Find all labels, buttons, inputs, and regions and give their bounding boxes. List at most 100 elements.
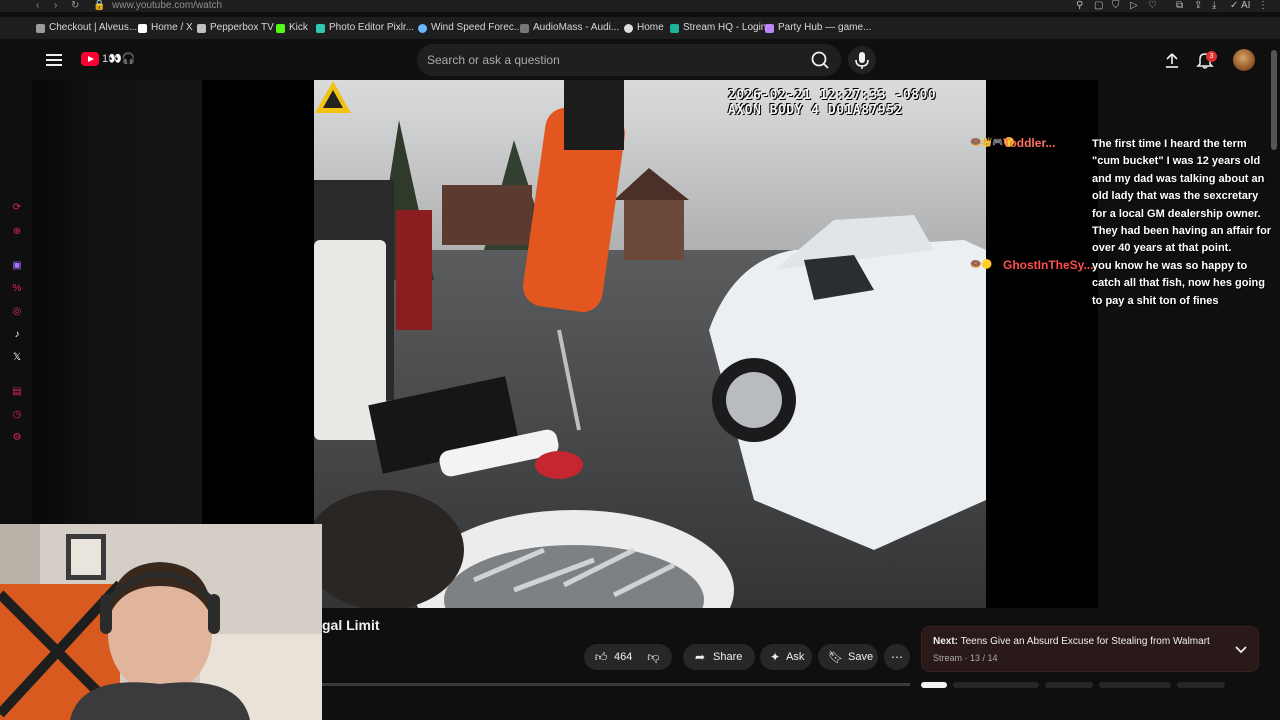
bookmark-label: Wind Speed Forec... — [431, 22, 523, 33]
bookmark-label: Kick — [289, 22, 308, 33]
audiomass-favicon-icon — [520, 23, 529, 33]
chip[interactable] — [953, 682, 1039, 688]
instagram-icon[interactable]: ◎ — [11, 306, 23, 318]
bookmark-icon: 🔖︎ — [828, 650, 844, 664]
extensions-icon[interactable]: ⧉ — [1176, 0, 1183, 11]
ask-label: Ask — [786, 651, 805, 663]
like-count: 464 — [614, 651, 633, 663]
playlist-position: Stream · 13 / 14 — [933, 653, 998, 663]
upload-icon[interactable] — [1164, 52, 1180, 68]
window-icon[interactable]: ▢ — [1094, 0, 1103, 11]
voice-search-button[interactable] — [848, 46, 876, 74]
bookmark-item[interactable]: Party Hub — game... — [765, 22, 871, 34]
truck-taillight — [396, 210, 432, 330]
chip[interactable] — [1045, 682, 1093, 688]
video-progress-bar[interactable] — [322, 683, 910, 686]
bookmark-item[interactable]: Home / X — [138, 22, 193, 34]
chat-username[interactable]: GhostInTheSy... — [1003, 258, 1093, 272]
chat-message: 🍩👑🎮🟡 Toddler... The first time I heard t… — [970, 136, 1271, 256]
bookmark-item[interactable]: Checkout | Alveus... — [36, 22, 137, 34]
translate-icon[interactable]: ✓ — [1230, 0, 1238, 11]
search-input[interactable] — [427, 52, 797, 68]
pin-icon[interactable]: ⚲ — [1076, 0, 1083, 11]
thumbs-up-icon: 👍︎ — [594, 650, 608, 664]
bookmark-item[interactable]: Pepperbox TV — [197, 22, 274, 34]
building — [624, 200, 684, 260]
account-avatar[interactable] — [1233, 49, 1255, 71]
youtube-logo-icon[interactable] — [81, 52, 99, 66]
screen: ‹ › ↻ 🔒 www.youtube.com/watch ⚲ ▢ ⛉ ▷ ♡ … — [0, 0, 1280, 720]
next-video-card[interactable]: Next: Teens Give an Absurd Excuse for St… — [921, 626, 1259, 672]
refresh-icon[interactable]: ⟳ — [11, 202, 23, 214]
share-arrow-icon: ➦ — [694, 650, 706, 664]
book-icon[interactable]: ▤ — [11, 386, 23, 398]
search-icon[interactable] — [806, 49, 834, 71]
notification-count-badge: 3 — [1206, 51, 1217, 62]
bookmark-label: Checkout | Alveus... — [49, 22, 138, 33]
ask-button[interactable]: ✦ Ask — [760, 644, 812, 670]
bookmark-label: Home / X — [151, 22, 193, 33]
video-player[interactable]: 2026-02-21 12:27:33 -0800 AXON BODY 4 D0… — [314, 80, 986, 608]
share-label: Share — [713, 651, 743, 663]
video-title: gal Limit — [322, 617, 380, 633]
bookmark-label: Party Hub — game... — [778, 22, 872, 33]
chat-username[interactable]: Toddler... — [1003, 136, 1055, 150]
share-button[interactable]: ➦ Share — [683, 644, 755, 670]
logo-doodle-icon[interactable]: 1👀🎧 — [102, 52, 136, 65]
x-favicon-icon — [138, 23, 147, 33]
streamhq-favicon-icon — [670, 23, 679, 33]
clock-icon[interactable]: ◷ — [11, 409, 23, 421]
heart-icon[interactable]: ♡ — [1148, 0, 1157, 11]
wind-favicon-icon — [418, 23, 427, 33]
forward-icon[interactable]: › — [54, 0, 57, 11]
page-scrollbar[interactable] — [1271, 50, 1277, 150]
share-icon[interactable]: ⇪ — [1194, 0, 1202, 11]
more-horizontal-icon: ⋯ — [891, 650, 903, 664]
more-actions-button[interactable]: ⋯ — [884, 644, 910, 670]
bookmark-label: Photo Editor Pixlr... — [329, 22, 415, 33]
bodycam-timestamp: 2026-02-21 12:27:33 -0800 — [728, 88, 937, 103]
video-scene — [314, 80, 986, 608]
twitch-icon[interactable]: ▣ — [11, 260, 23, 272]
chat-message-text: you know he was so happy to catch all th… — [1092, 260, 1265, 307]
bodycam-device-id: AXON BODY 4 D01A87952 — [728, 103, 903, 118]
kick-favicon-icon — [276, 23, 285, 33]
hamburger-menu-icon[interactable] — [46, 54, 62, 66]
url-text[interactable]: www.youtube.com/watch — [112, 0, 222, 11]
chat-message-text: The first time I heard the term "cum buc… — [1092, 138, 1272, 255]
bookmark-item[interactable]: AudioMass - Audi... — [520, 22, 619, 34]
streamer-webcam — [0, 524, 322, 720]
browser-address-bar: ‹ › ↻ 🔒 www.youtube.com/watch ⚲ ▢ ⛉ ▷ ♡ … — [0, 0, 1280, 12]
thumbs-down-icon[interactable]: 👎︎ — [646, 650, 660, 664]
settings-icon[interactable]: ⚙ — [11, 432, 23, 444]
bookmark-label: Home — [637, 22, 664, 33]
next-prefix: Next: — [933, 636, 959, 647]
download-icon[interactable]: ⤓ — [1212, 0, 1216, 11]
shield-icon[interactable]: ⛉ — [1112, 0, 1120, 11]
back-icon[interactable]: ‹ — [36, 0, 39, 11]
chip-all[interactable] — [921, 682, 947, 688]
lock-icon: 🔒 — [93, 0, 106, 11]
lock-icon[interactable]: ⊕ — [11, 226, 23, 238]
chip[interactable] — [1177, 682, 1225, 688]
bookmarks-bar: Checkout | Alveus... Home / X Pepperbox … — [0, 17, 1280, 39]
bookmark-item[interactable]: Kick — [276, 22, 308, 34]
bookmark-item[interactable]: Stream HQ - Login — [670, 22, 766, 34]
bookmark-item[interactable]: Photo Editor Pixlr... — [316, 22, 414, 34]
like-button[interactable]: 👍︎ 464 👎︎ — [584, 644, 672, 670]
bookmark-item[interactable]: Wind Speed Forec... — [418, 22, 522, 34]
save-button[interactable]: 🔖︎ Save — [818, 644, 878, 670]
more-icon[interactable]: ⋮ — [1258, 0, 1268, 11]
bookmark-item[interactable]: Home — [624, 22, 664, 34]
tiktok-icon[interactable]: ♪ — [11, 329, 23, 341]
percent-icon[interactable]: % — [11, 283, 23, 295]
ambient-panel — [32, 80, 202, 524]
bookmark-label: Pepperbox TV — [210, 22, 274, 33]
bookmark-favicon-icon — [197, 23, 206, 33]
chip[interactable] — [1099, 682, 1171, 688]
reload-icon[interactable]: ↻ — [71, 0, 79, 11]
x-icon[interactable]: 𝕏 — [11, 352, 23, 364]
chevron-down-icon[interactable] — [1234, 642, 1248, 656]
ai-label[interactable]: AI — [1241, 0, 1250, 11]
play-icon[interactable]: ▷ — [1130, 0, 1138, 11]
